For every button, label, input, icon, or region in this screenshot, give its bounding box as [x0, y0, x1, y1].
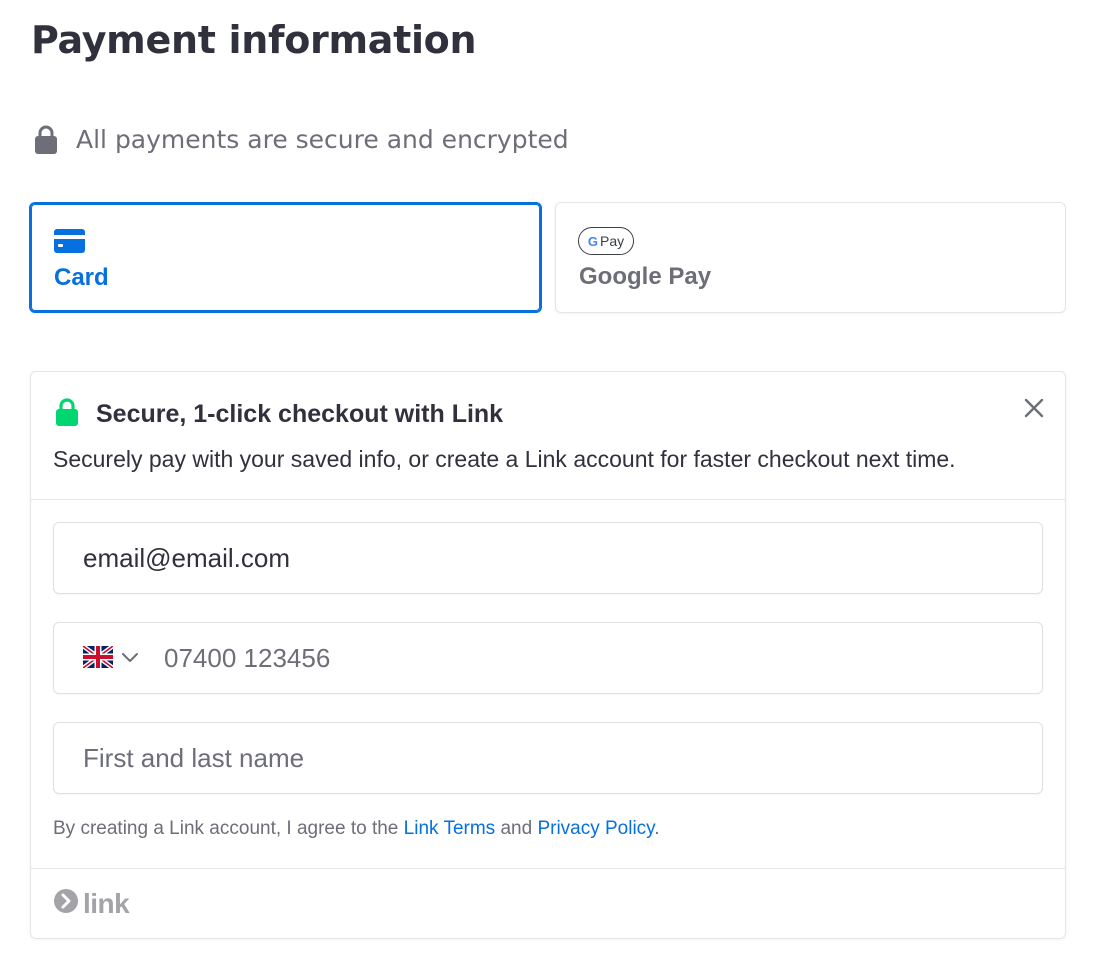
credit-card-icon [54, 229, 85, 258]
terms-prefix: By creating a Link account, I agree to t… [53, 818, 404, 839]
green-lock-icon [55, 397, 79, 431]
google-g-letter: G [587, 233, 598, 249]
link-header: Secure, 1-click checkout with Link Secur… [31, 372, 1065, 500]
lock-icon [34, 124, 58, 154]
country-selector[interactable] [81, 644, 139, 673]
united-kingdom-flag-icon [81, 644, 115, 673]
close-icon[interactable] [1023, 397, 1045, 424]
chevron-down-icon [121, 651, 139, 669]
link-logo: link [53, 887, 130, 919]
link-title: Secure, 1-click checkout with Link [96, 400, 504, 428]
terms-and: and [495, 818, 538, 839]
phone-input[interactable] [54, 623, 1042, 693]
link-footer: link [31, 868, 1065, 939]
payment-method-label: Google Pay [579, 263, 712, 290]
link-signup-panel: Secure, 1-click checkout with Link Secur… [30, 371, 1066, 939]
email-field[interactable] [53, 522, 1043, 594]
secure-note-text: All payments are secure and encrypted [76, 124, 569, 154]
privacy-policy-link[interactable]: Privacy Policy [537, 818, 654, 839]
phone-field[interactable] [53, 622, 1043, 694]
payment-method-google-pay[interactable]: G Pay Google Pay [555, 202, 1066, 313]
link-logo-word: link [83, 887, 130, 919]
link-terms-text: By creating a Link account, I agree to t… [53, 818, 660, 840]
payment-method-label: Card [54, 264, 109, 291]
google-pay-mark-text: Pay [600, 233, 625, 249]
secure-note: All payments are secure and encrypted [34, 124, 569, 154]
page-title: Payment information [31, 18, 477, 62]
email-input[interactable] [54, 523, 1042, 593]
link-terms-link[interactable]: Link Terms [404, 818, 496, 839]
payment-method-card[interactable]: Card [29, 202, 542, 313]
link-subtitle: Securely pay with your saved info, or cr… [53, 446, 956, 472]
google-pay-icon: G Pay [578, 227, 634, 255]
name-field[interactable] [53, 722, 1043, 794]
link-chevron-icon [53, 888, 79, 919]
terms-suffix: . [654, 818, 660, 839]
name-input[interactable] [54, 723, 1042, 793]
